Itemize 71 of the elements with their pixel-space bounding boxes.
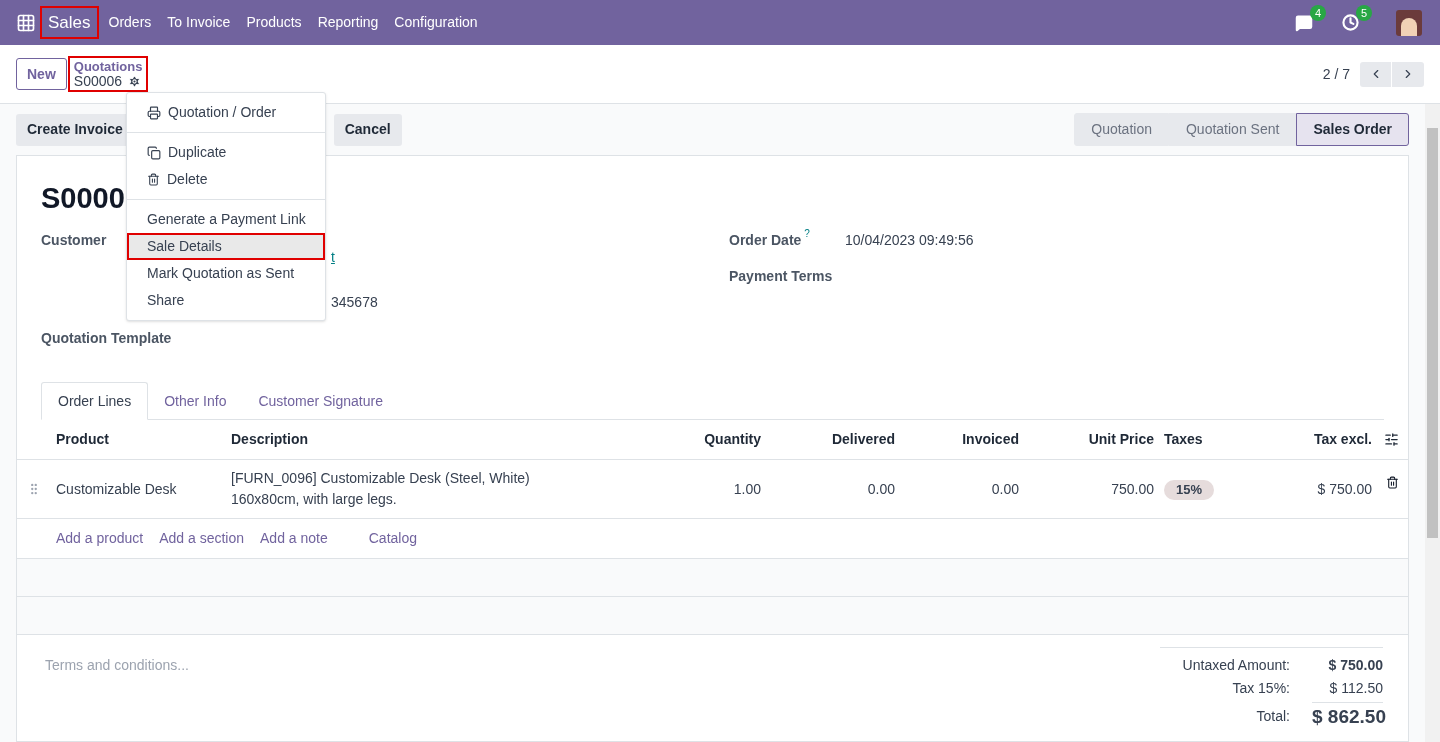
help-mark[interactable]: ? xyxy=(804,229,810,239)
field-label: Payment Terms xyxy=(729,267,834,286)
order-date-value: 10/04/2023 09:49:56 xyxy=(845,231,974,250)
column-header[interactable]: Unit Price xyxy=(1019,429,1154,450)
nav-menu-item[interactable]: Orders xyxy=(100,12,160,33)
table-cell-text: Customizable Desk xyxy=(56,479,178,499)
status-stage[interactable]: Sales Order xyxy=(1296,113,1409,146)
copy-icon xyxy=(147,145,161,160)
dropdown-item[interactable]: Share xyxy=(127,287,325,314)
breadcrumb-link[interactable]: Quotations xyxy=(73,59,143,74)
total-label: Total: xyxy=(1256,706,1290,726)
apps-menu-icon[interactable] xyxy=(16,12,36,33)
table-cell-text: 0.00 xyxy=(990,479,1019,499)
column-header[interactable]: Delivered xyxy=(761,429,895,450)
action-button[interactable]: Cancel xyxy=(333,113,402,146)
total-value: $ 750.00 xyxy=(1327,656,1383,675)
clock-icon xyxy=(1341,14,1359,31)
status-stage[interactable]: Quotation Sent xyxy=(1169,113,1297,146)
column-header[interactable]: Product xyxy=(56,429,231,450)
form-tab[interactable]: Order Lines xyxy=(41,382,149,420)
table-cell-text: 1.00 xyxy=(732,479,761,499)
dropdown-item[interactable]: Mark Quotation as Sent xyxy=(127,260,325,287)
record-name: S00006 xyxy=(73,74,123,89)
field-label: Quotation Template xyxy=(41,329,173,348)
total-label: Tax 15%: xyxy=(1232,679,1290,698)
nav-menu-item[interactable]: Configuration xyxy=(386,12,486,33)
nav-menu-item[interactable]: To Invoice xyxy=(159,12,239,33)
scrollbar[interactable] xyxy=(1425,104,1440,742)
form-tab[interactable]: Other Info xyxy=(148,382,243,420)
form-tab[interactable]: Customer Signature xyxy=(242,382,399,420)
table-cell-text: 750.00 xyxy=(1110,479,1154,499)
field-label: Order Date xyxy=(729,231,802,250)
field-label: Customer xyxy=(41,232,107,248)
column-header[interactable]: Tax excl. xyxy=(1251,429,1372,450)
gear-icon[interactable] xyxy=(128,75,142,88)
description-line: 160x80cm, with large legs. xyxy=(231,490,398,509)
nav-menu-item[interactable]: Reporting xyxy=(309,12,387,33)
table-cell-text: $ 750.00 xyxy=(1316,479,1372,499)
status-stage[interactable]: Quotation xyxy=(1074,113,1169,146)
count-badge: 4 xyxy=(1309,4,1326,21)
new-button[interactable]: New xyxy=(16,58,67,90)
trash-icon xyxy=(147,173,160,186)
table-cell-text: 0.00 xyxy=(866,479,895,499)
column-header[interactable]: Taxes xyxy=(1154,429,1251,450)
dropdown-item[interactable]: Delete xyxy=(127,166,325,193)
user-avatar[interactable] xyxy=(1396,9,1422,36)
total-value: $ 112.50 xyxy=(1328,679,1383,698)
order-title: S0000 xyxy=(41,181,125,216)
add-line-link[interactable]: Add a note xyxy=(260,528,328,549)
tax-tag[interactable]: 15% xyxy=(1164,479,1215,500)
add-line-link[interactable]: Add a product xyxy=(56,528,144,549)
column-header[interactable]: Quantity xyxy=(641,429,761,450)
column-settings-icon[interactable] xyxy=(1384,432,1399,447)
dropdown-item[interactable]: Sale Details xyxy=(127,233,325,260)
app-title[interactable]: Sales xyxy=(42,7,97,38)
dropdown-item[interactable]: Generate a Payment Link xyxy=(127,206,325,233)
chat-icon xyxy=(1295,13,1313,32)
add-line-link[interactable]: Add a section xyxy=(159,528,244,549)
nav-menu-item[interactable]: Products xyxy=(238,12,310,33)
description-line: [FURN_0096] Customizable Desk (Steel, White) xyxy=(231,469,531,488)
delete-icon[interactable] xyxy=(1386,475,1399,489)
terms-field[interactable]: Terms and conditions... xyxy=(41,647,541,683)
printer-icon xyxy=(147,105,161,120)
column-header[interactable]: Invoiced xyxy=(895,429,1019,450)
add-line-link[interactable]: Catalog xyxy=(368,528,417,549)
total-label: Untaxed Amount: xyxy=(1182,656,1290,675)
customer-link[interactable]: t xyxy=(331,247,378,268)
customer-phone: 345678 xyxy=(331,293,378,312)
pager-value: 2 / 7 xyxy=(1322,64,1350,84)
count-badge: 5 xyxy=(1355,4,1372,21)
column-header[interactable]: Description xyxy=(231,429,641,450)
